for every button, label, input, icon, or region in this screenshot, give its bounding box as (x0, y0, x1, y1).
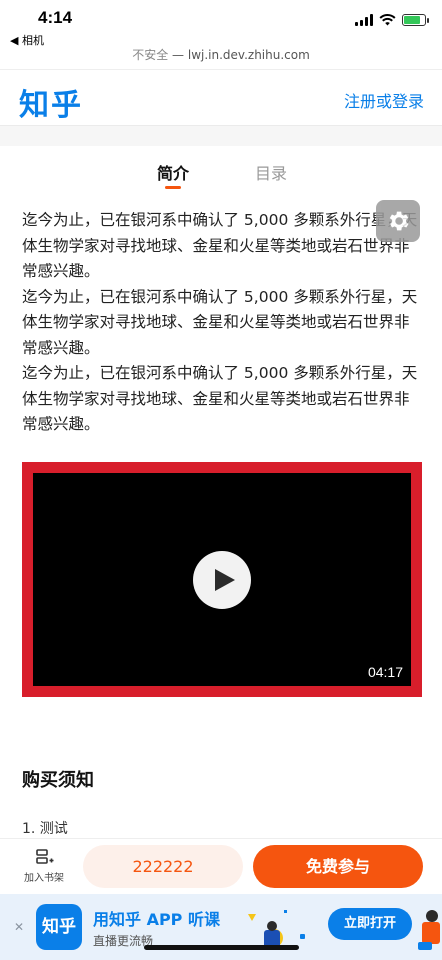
section-divider (0, 126, 442, 146)
free-join-button[interactable]: 免费参与 (253, 845, 423, 888)
purchase-notice-title: 购买须知 (22, 770, 94, 791)
price-button[interactable]: 222222 (83, 845, 243, 888)
tab-bar: 简介 目录 (0, 146, 442, 196)
status-icons (355, 14, 429, 26)
status-time: 4:14 (38, 8, 73, 27)
site-header: 知乎 注册或登录 (0, 72, 442, 126)
app-download-banner[interactable]: ✕ 知乎 用知乎 APP 听课 直播更流畅 立即打开 (0, 894, 442, 960)
close-icon[interactable]: ✕ (14, 920, 24, 934)
settings-button[interactable] (376, 200, 420, 242)
signal-icon (355, 14, 373, 26)
add-to-shelf-label: 加入书架 (24, 873, 64, 884)
bookshelf-icon (36, 849, 54, 864)
tab-intro[interactable]: 简介 (157, 160, 189, 184)
play-icon (214, 569, 235, 591)
tab-toc[interactable]: 目录 (255, 160, 287, 184)
battery-icon (402, 14, 429, 26)
wifi-icon (379, 14, 396, 26)
zhihu-app-logo: 知乎 (36, 904, 82, 950)
url-bar[interactable]: 不安全 — lwj.in.dev.zhihu.com (0, 44, 442, 70)
banner-title: 用知乎 APP 听课 (93, 910, 220, 929)
url-separator: — (168, 48, 188, 62)
add-to-shelf-button[interactable]: 加入书架 (16, 847, 72, 884)
play-button[interactable] (193, 551, 251, 609)
insecure-label: 不安全 (132, 48, 169, 62)
home-indicator (144, 945, 299, 950)
url-host: lwj.in.dev.zhihu.com (187, 48, 310, 62)
intro-paragraph: 迄今为止，已在银河系中确认了 5,000 多颗系外行星，天体生物学家对寻找地球、… (22, 364, 418, 433)
screen: 4:14 ◀ 相机 不安全 — lwj.in.dev.zhihu.com 知乎 … (0, 0, 442, 960)
zhihu-logo[interactable]: 知乎 (19, 80, 83, 124)
video-duration: 04:17 (367, 664, 403, 680)
battery-level (404, 16, 420, 24)
video-player[interactable]: 04:17 (22, 462, 422, 697)
login-link[interactable]: 注册或登录 (344, 88, 424, 112)
settings-icon (389, 211, 409, 231)
open-app-button[interactable]: 立即打开 (328, 908, 412, 940)
purchase-notice-item: 1. 测试 (22, 821, 68, 837)
video-screen: 04:17 (33, 473, 411, 686)
intro-paragraph: 迄今为止，已在银河系中确认了 5,000 多颗系外行星，天体生物学家对寻找地球、… (22, 211, 418, 280)
bottom-action-bar: 加入书架 222222 免费参与 (0, 838, 442, 894)
intro-content: 迄今为止，已在银河系中确认了 5,000 多颗系外行星，天体生物学家对寻找地球、… (22, 208, 422, 438)
active-tab-indicator (165, 186, 181, 189)
status-bar: 4:14 ◀ 相机 (0, 0, 442, 48)
intro-paragraph: 迄今为止，已在银河系中确认了 5,000 多颗系外行星，天体生物学家对寻找地球、… (22, 287, 418, 357)
banner-illustration-right (418, 910, 440, 950)
